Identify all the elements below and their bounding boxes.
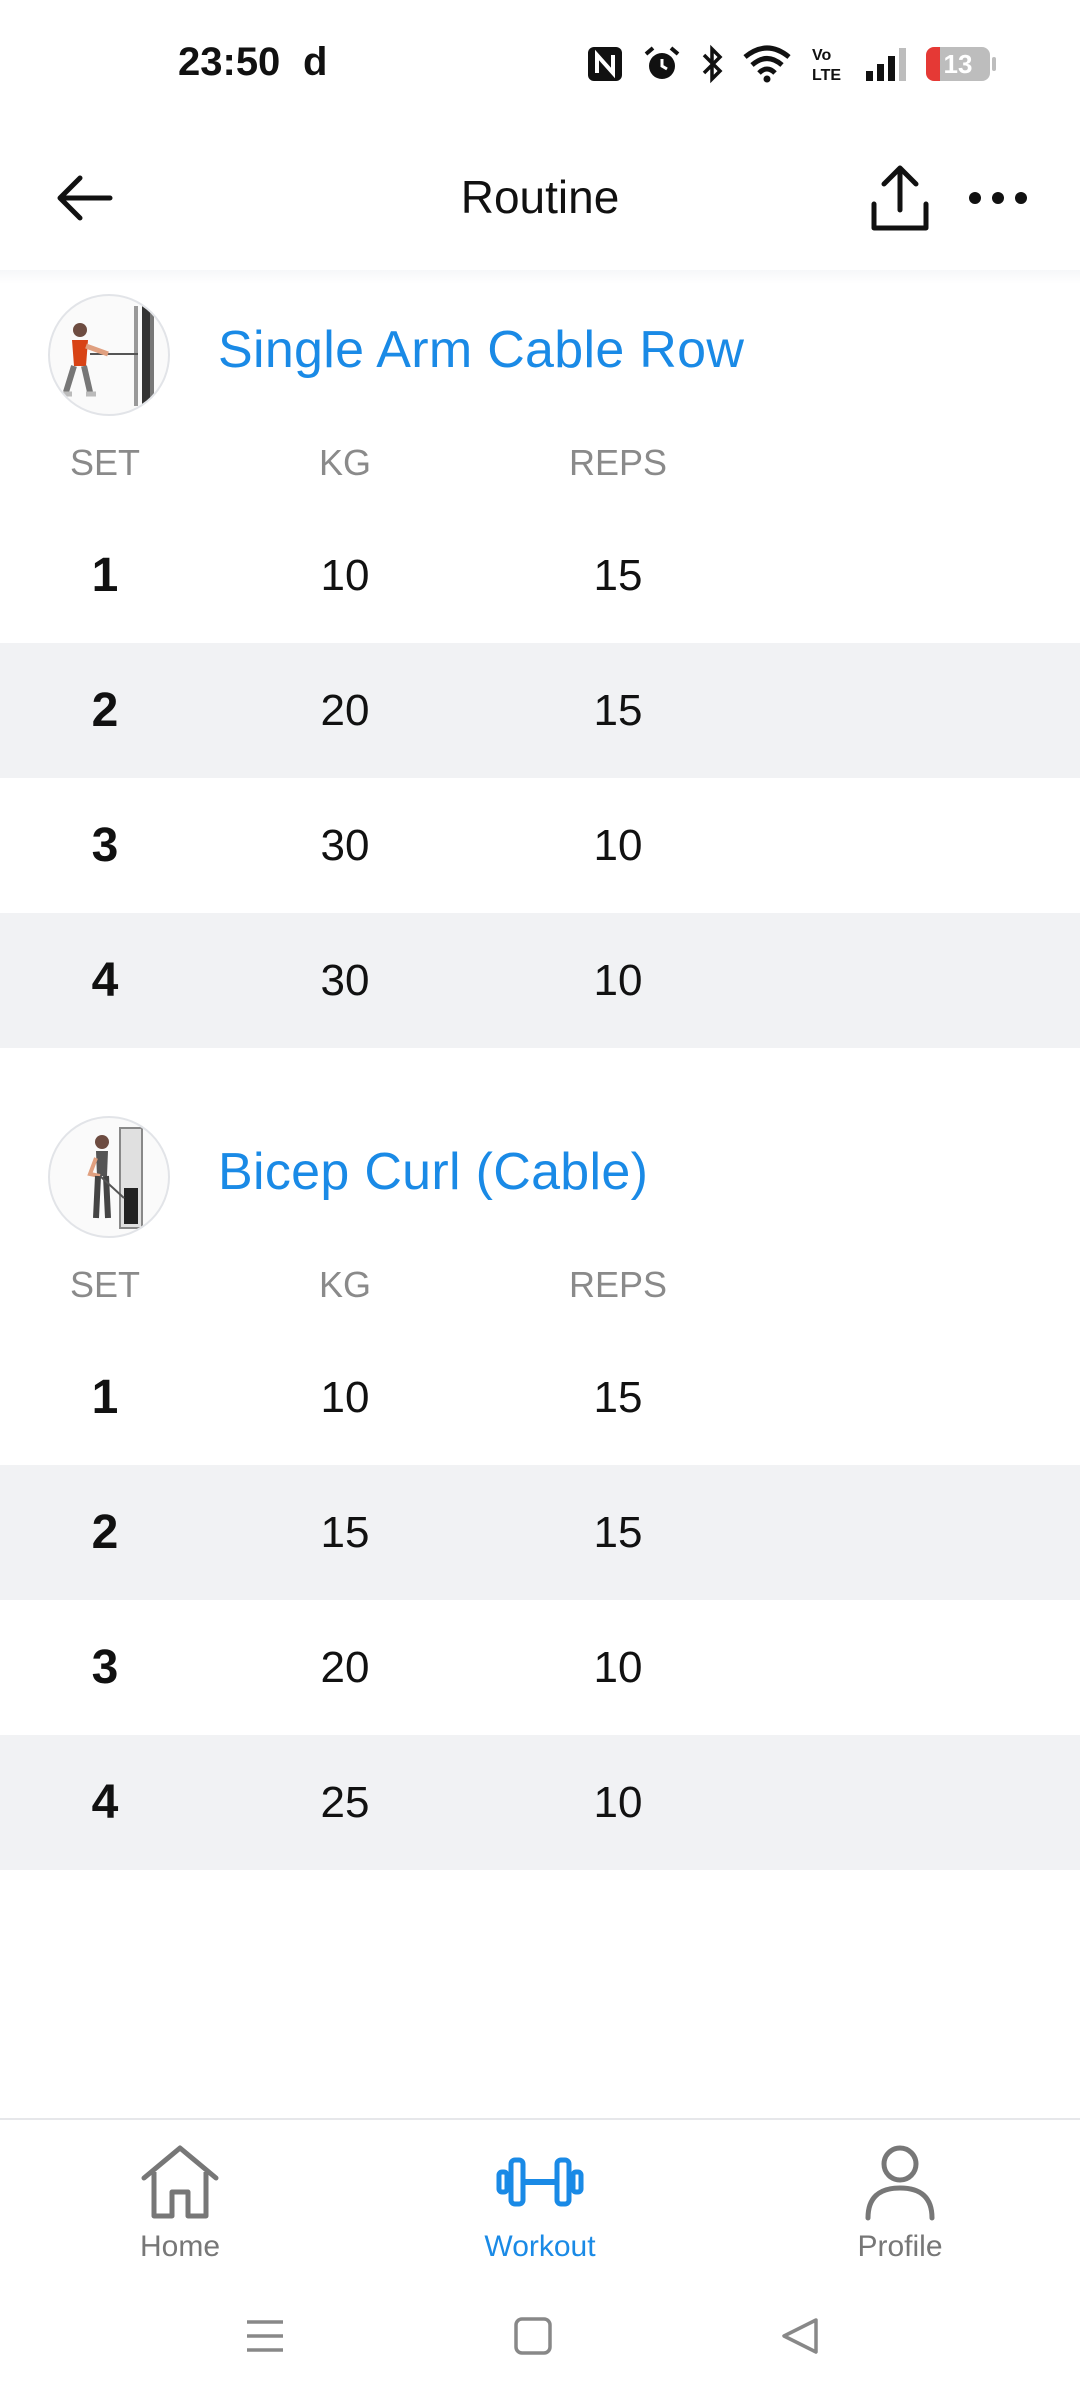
column-header-kg: KG	[318, 442, 371, 483]
column-header-reps: REPS	[568, 1264, 668, 1305]
more-options-button[interactable]	[962, 166, 1034, 230]
alarm-icon	[644, 46, 680, 79]
triangle-back-icon	[782, 2318, 818, 2354]
cable-row-illustration	[62, 304, 154, 408]
nfc-icon	[588, 47, 622, 81]
set-row: 4 30 10	[0, 913, 1080, 1048]
set-weight: 10	[320, 1373, 370, 1422]
set-row: 1 10 15	[0, 1330, 1080, 1465]
set-weight: 10	[320, 551, 370, 600]
system-nav-bar	[0, 2270, 1080, 2400]
column-headers: SET KG REPS	[0, 420, 1080, 508]
profile-icon	[865, 2145, 935, 2221]
status-time: 23:50	[178, 40, 281, 84]
system-back-button[interactable]	[770, 2306, 830, 2366]
share-icon	[871, 165, 929, 231]
exercise-thumbnail[interactable]	[48, 294, 170, 416]
exercise-title[interactable]: Bicep Curl (Cable)	[218, 1142, 648, 1202]
battery-icon: 13	[926, 47, 996, 81]
set-number: 3	[91, 1641, 119, 1694]
dumbbell-icon	[496, 2157, 584, 2207]
column-header-set: SET	[69, 442, 140, 483]
set-reps: 15	[593, 1508, 643, 1557]
system-home-button[interactable]	[503, 2306, 563, 2366]
volte-icon: Vo LTE	[812, 47, 841, 84]
svg-text:LTE: LTE	[812, 67, 841, 84]
menu-icon	[247, 2320, 283, 2352]
column-headers: SET KG REPS	[0, 1242, 1080, 1330]
set-weight: 30	[320, 956, 370, 1005]
set-number: 1	[91, 549, 119, 602]
exercise-thumbnail[interactable]	[48, 1116, 170, 1238]
wifi-icon	[743, 45, 791, 83]
header-divider	[0, 270, 1080, 284]
battery-level: 13	[943, 48, 973, 79]
share-button[interactable]	[862, 154, 938, 244]
set-row: 3 30 10	[0, 778, 1080, 913]
nav-profile[interactable]: Profile	[800, 2140, 1000, 2264]
system-menu-button[interactable]	[235, 2306, 295, 2366]
set-number: 4	[91, 954, 119, 1007]
nav-home-label: Home	[139, 2230, 221, 2263]
exercise-card: Single Arm Cable Row SET KG REPS 1 10 15…	[0, 290, 1080, 1048]
exercise-header[interactable]: Single Arm Cable Row	[0, 290, 1080, 420]
set-row: 2 15 15	[0, 1465, 1080, 1600]
set-reps: 10	[593, 821, 643, 870]
set-row: 2 20 15	[0, 643, 1080, 778]
svg-text:Vo: Vo	[812, 47, 831, 64]
set-weight: 20	[320, 686, 370, 735]
status-icons: Vo LTE 13	[586, 44, 996, 84]
set-reps: 10	[593, 1778, 643, 1827]
set-weight: 15	[320, 1508, 370, 1557]
set-reps: 15	[593, 551, 643, 600]
column-header-set: SET	[69, 1264, 140, 1305]
exercise-title[interactable]: Single Arm Cable Row	[218, 320, 744, 380]
set-weight: 20	[320, 1643, 370, 1692]
exercise-header[interactable]: Bicep Curl (Cable)	[0, 1112, 1080, 1242]
set-number: 2	[91, 684, 119, 737]
home-icon	[141, 2145, 219, 2219]
set-number: 1	[91, 1371, 119, 1424]
column-header-reps: REPS	[568, 442, 668, 483]
set-reps: 15	[593, 686, 643, 735]
set-reps: 10	[593, 956, 643, 1005]
nav-workout[interactable]: Workout	[440, 2140, 640, 2264]
nav-workout-label: Workout	[484, 2230, 596, 2263]
set-row: 4 25 10	[0, 1735, 1080, 1870]
status-bar: 23:50 d Vo LTE 13	[0, 0, 1080, 130]
set-weight: 30	[320, 821, 370, 870]
set-row: 1 10 15	[0, 508, 1080, 643]
app-header: Routine	[0, 130, 1080, 270]
bluetooth-icon	[702, 44, 723, 84]
status-app-indicator: d	[303, 40, 328, 84]
signal-icon	[866, 48, 906, 81]
nav-home[interactable]: Home	[80, 2140, 280, 2264]
set-number: 2	[91, 1506, 119, 1559]
nav-profile-label: Profile	[857, 2230, 943, 2263]
set-number: 4	[91, 1776, 119, 1829]
set-reps: 10	[593, 1643, 643, 1692]
column-header-kg: KG	[318, 1264, 371, 1305]
set-number: 3	[91, 819, 119, 872]
exercise-card: Bicep Curl (Cable) SET KG REPS 1 10 15 2…	[0, 1112, 1080, 1870]
bicep-curl-illustration	[87, 1127, 143, 1229]
square-icon	[514, 2317, 552, 2355]
bottom-nav: Home Workout Profile	[0, 2118, 1080, 2270]
more-icon	[969, 192, 1027, 204]
set-reps: 15	[593, 1373, 643, 1422]
set-weight: 25	[320, 1778, 370, 1827]
set-row: 3 20 10	[0, 1600, 1080, 1735]
